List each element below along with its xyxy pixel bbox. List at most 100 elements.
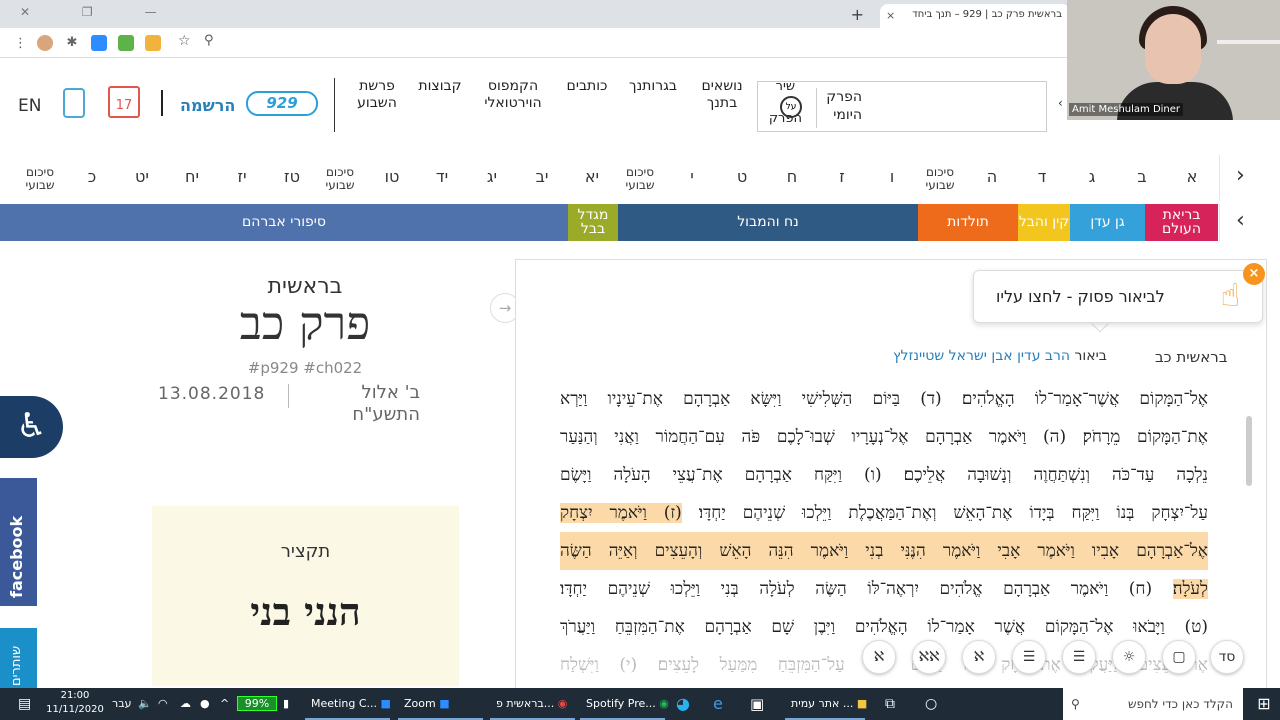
chapter-link[interactable]: יד [430, 169, 454, 185]
chapter-link[interactable]: כ [0, 169, 4, 185]
taskbar-chrome[interactable]: בראשית פ... ◉ [490, 688, 575, 720]
yellow-ext-icon[interactable] [145, 35, 161, 51]
webcam-collapse-icon[interactable]: ‹ [1058, 96, 1063, 110]
browser-tab[interactable]: בראשית פרק כב | 929 – תנך ביחד × [880, 4, 1070, 28]
story-creation[interactable]: בריאת העולם [1145, 204, 1218, 241]
calendar-icon[interactable]: 17 [108, 86, 140, 118]
chapter-link[interactable]: ו [880, 169, 904, 185]
story-eden[interactable]: גן עדן [1070, 204, 1145, 241]
menu-dots-icon[interactable]: ⋮ [14, 36, 27, 51]
green-ext-icon[interactable] [118, 35, 134, 51]
extensions-icon[interactable]: ✱ [64, 35, 80, 51]
download-app-icon[interactable] [63, 88, 85, 118]
commentary-credit[interactable]: ביאור הרב עדין אבן ישראל שטיינזלץ [893, 348, 1107, 364]
network-icon[interactable]: ◠ [158, 688, 168, 720]
system-clock[interactable]: 21:00 11/11/2020 [40, 689, 110, 717]
nav-virtual-campus[interactable]: הקמפוס הוירטואלי [480, 78, 546, 112]
chapter-link[interactable]: א [1180, 169, 1204, 185]
tooltip-close-icon[interactable]: × [1243, 263, 1265, 285]
tool-list-button[interactable]: ☰ [1012, 640, 1046, 674]
chapter-link[interactable]: י [680, 169, 704, 185]
nav-bagrutnach[interactable]: בגרותנך [626, 78, 680, 95]
edge-icon[interactable]: ◕ [676, 688, 690, 720]
tool-comment-button[interactable]: ▢ [1162, 640, 1196, 674]
site-logo[interactable]: 929 [246, 91, 318, 116]
chapter-link[interactable]: ב [1130, 169, 1154, 185]
verse-line[interactable]: עַל־יִצְחָק בְּנוֹ וַיִּקַּח בְּיָדוֹ אֶ… [560, 494, 1208, 532]
taskbar-explorer[interactable]: אתר עמית ... ■ [785, 688, 867, 720]
chapter-link[interactable]: ט [730, 169, 754, 185]
chapter-link[interactable]: יח [180, 169, 204, 185]
volume-icon[interactable]: 🔈 [138, 688, 152, 720]
tool-align-button[interactable]: ☰ [1062, 640, 1096, 674]
chapter-link[interactable]: כ [80, 169, 104, 185]
taskbar-search[interactable]: הקלד כאן כדי לחפש ⚲ [1063, 688, 1243, 720]
verse-line[interactable]: אֶת־הַמָּקוֹם מֵרָחֹק׃ (ה) וַיֹּאמֶר אַב… [560, 418, 1208, 456]
profile-avatar[interactable] [37, 35, 53, 51]
verse-line[interactable]: לְעֹלָה׃ (ח) וַיֹּאמֶר אַבְרָהָם אֱלֹהִי… [560, 570, 1208, 608]
nav-topics[interactable]: נושאים בתנך [696, 78, 748, 112]
verse-line[interactable]: אֶל־הַמָּקוֹם אֲשֶׁר־אָמַר־לוֹ הָאֱלֹהִי… [560, 380, 1208, 418]
windows-start-icon[interactable]: ⊞ [1248, 688, 1280, 720]
zoom-lens-icon[interactable]: ⚲ [204, 33, 214, 48]
panel-scrollbar[interactable] [1246, 416, 1252, 486]
nav-writers[interactable]: כותבים [562, 78, 612, 95]
tab-close-icon[interactable]: × [886, 9, 895, 22]
tool-font-button[interactable]: ℵ [962, 640, 996, 674]
bookmark-star-icon[interactable]: ☆ [178, 33, 191, 49]
daily-chapter-box[interactable]: הפרק היומי שיר הפרק על [757, 79, 1047, 132]
partners-tab[interactable]: שותרים [0, 628, 37, 688]
story-cain-abel[interactable]: קין והבל [1018, 204, 1070, 241]
chapter-link[interactable]: יא [580, 169, 604, 185]
tray-expand-icon[interactable]: ^ [220, 688, 229, 720]
story-babel[interactable]: מגדל בבל [568, 204, 618, 241]
chapter-link[interactable]: ח [780, 169, 804, 185]
store-icon[interactable]: ▣ [750, 688, 764, 720]
taskbar-spotify[interactable]: Spotify Pre... ◉ [580, 688, 669, 720]
story-prev-button[interactable]: ‹ [1219, 204, 1267, 241]
onedrive-icon[interactable]: ☁ [180, 688, 191, 720]
tool-nikud-button[interactable]: ℵ [862, 640, 896, 674]
nav-groups[interactable]: קבוצות [415, 78, 465, 95]
task-view-icon[interactable]: ⧉ [885, 688, 895, 720]
facebook-tab[interactable]: facebook [0, 478, 37, 606]
chapter-link[interactable]: ז [830, 169, 854, 185]
ie-icon[interactable]: e [713, 688, 723, 720]
input-language[interactable]: עבר [112, 688, 131, 720]
chapter-link[interactable]: יב [530, 169, 554, 185]
chapter-next-button[interactable]: › [1219, 155, 1267, 201]
new-tab-button[interactable]: + [851, 5, 864, 24]
cortana-icon[interactable]: ○ [925, 688, 937, 720]
accessibility-icon[interactable]: ♿ [0, 396, 63, 458]
chapter-link[interactable]: טו [380, 169, 404, 185]
tool-settings-button[interactable]: סד [1210, 640, 1244, 674]
taskbar-zoom[interactable]: Zoom ■ [398, 688, 483, 720]
chapter-link[interactable]: ה [980, 169, 1004, 185]
zoom-ext-icon[interactable] [91, 35, 107, 51]
notifications-icon[interactable]: ▤ [18, 688, 31, 720]
story-abraham[interactable]: סיפורי אברהם [0, 204, 568, 241]
weekly-summary-link[interactable]: סיכום שבועי [20, 166, 60, 192]
chapter-link[interactable]: יט [130, 169, 154, 185]
chapter-link[interactable]: ד [1030, 169, 1054, 185]
tool-font-size-button[interactable]: ℵℵ [912, 640, 946, 674]
mic-icon[interactable]: ▮ [283, 688, 289, 720]
tray-app-icon[interactable]: ● [200, 688, 210, 720]
story-noah-flood[interactable]: נח והמבול [618, 204, 918, 241]
language-switch[interactable]: EN [18, 96, 41, 116]
weekly-summary-link[interactable]: סיכום שבועי [320, 166, 360, 192]
verse-line-highlighted[interactable]: אֶל־אַבְרָהָם אָבִיו וַיֹּאמֶר אָבִי וַי… [560, 532, 1208, 570]
nav-weekly-portion[interactable]: פרשת השבוע [352, 78, 402, 112]
story-toldot[interactable]: תולדות [918, 204, 1018, 241]
tool-brightness-button[interactable]: ☼ [1112, 640, 1146, 674]
chapter-link[interactable]: טז [280, 169, 304, 185]
verse-text[interactable]: אֶל־הַמָּקוֹם אֲשֶׁר־אָמַר־לוֹ הָאֱלֹהִי… [560, 380, 1208, 684]
chapter-link[interactable]: יז [230, 169, 254, 185]
verse-line[interactable]: נֵלְכָה עַד־כֹּה וְנִשְׁתַּחֲוֶה וְנָשׁו… [560, 456, 1208, 494]
weekly-summary-link[interactable]: סיכום שבועי [620, 166, 660, 192]
register-link[interactable]: הרשמה [180, 96, 235, 115]
verse-explain-tooltip[interactable]: לביאור פסוק - לחצו עליו ☝ [973, 270, 1263, 323]
chapter-link[interactable]: ג [1080, 169, 1104, 185]
window-controls[interactable]: ✕ ❐ — [20, 5, 180, 19]
weekly-summary-link[interactable]: סיכום שבועי [920, 166, 960, 192]
